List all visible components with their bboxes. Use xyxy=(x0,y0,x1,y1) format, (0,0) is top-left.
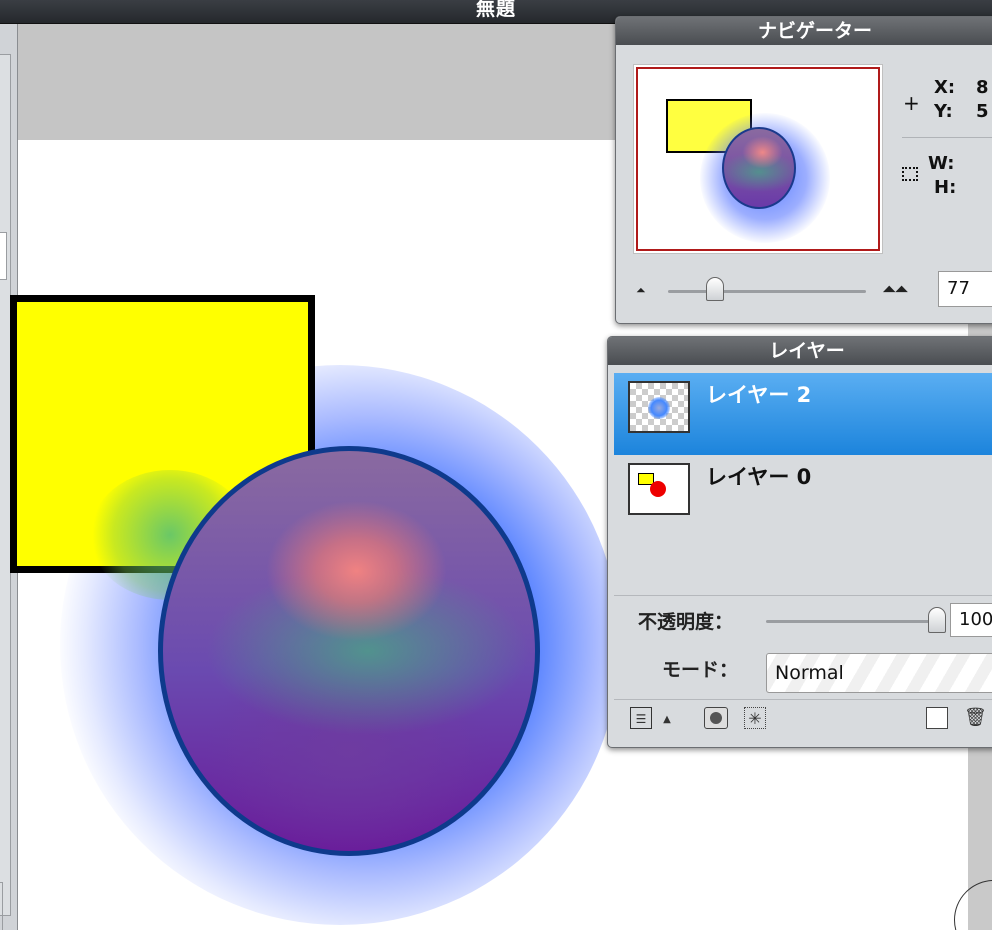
navigator-preview[interactable] xyxy=(636,67,880,251)
navigator-divider xyxy=(902,137,992,138)
new-layer-icon[interactable] xyxy=(926,707,948,729)
opacity-label: 不透明度： xyxy=(638,611,734,633)
y-label: Y: xyxy=(934,101,953,122)
layer-thumbnail xyxy=(628,381,690,433)
layer-row-0[interactable]: レイヤー 0 xyxy=(614,455,992,537)
opacity-slider-track[interactable] xyxy=(766,620,940,623)
new-effect-icon[interactable]: ✳ xyxy=(744,707,766,729)
sphere-shape[interactable] xyxy=(158,446,540,856)
preview-sphere xyxy=(722,127,796,209)
blend-mode-label: モード： xyxy=(662,659,739,681)
h-label: H: xyxy=(934,177,957,198)
selection-size-icon xyxy=(902,167,918,181)
layers-divider xyxy=(614,595,992,596)
opacity-input[interactable]: 100 xyxy=(950,603,992,637)
navigator-panel: ナビゲーター + X: 8 Y: 5 W: H: ⏶ ⏶⏶ 77 xyxy=(615,16,992,324)
layer-name: レイヤー 0 xyxy=(706,465,812,489)
zoom-slider-track[interactable] xyxy=(668,290,866,293)
y-value: 5 xyxy=(976,101,989,122)
options-menu-arrow-icon[interactable]: ▲ xyxy=(656,709,678,731)
zoom-in-icon[interactable]: ⏶⏶ xyxy=(882,279,909,300)
layer-name: レイヤー 2 xyxy=(706,383,812,407)
blend-mode-select[interactable]: Normal xyxy=(766,653,992,693)
layers-title[interactable]: レイヤー xyxy=(608,337,992,365)
x-value: 8 xyxy=(976,77,989,98)
opacity-slider-thumb[interactable] xyxy=(928,607,946,633)
trash-icon[interactable]: 🗑 xyxy=(964,707,987,729)
zoom-slider-thumb[interactable] xyxy=(706,277,724,301)
navigator-title[interactable]: ナビゲーター xyxy=(616,17,992,45)
left-panel-button[interactable] xyxy=(0,882,3,930)
thumb-circle xyxy=(650,481,666,497)
layer-row-2[interactable]: レイヤー 2 xyxy=(614,373,992,455)
layer-options-icon[interactable]: ☰ xyxy=(630,707,652,729)
x-label: X: xyxy=(934,77,956,98)
zoom-input[interactable]: 77 xyxy=(938,271,992,307)
thumb-sphere xyxy=(648,397,670,419)
crosshair-icon: + xyxy=(903,91,920,115)
left-panel-field[interactable] xyxy=(0,232,7,280)
w-label: W: xyxy=(928,153,955,174)
layer-thumbnail xyxy=(628,463,690,515)
layers-footer-divider xyxy=(614,699,992,700)
add-mask-icon[interactable] xyxy=(704,707,728,729)
layers-panel: レイヤー レイヤー 2 レイヤー 0 不透明度： 100 モード： Normal… xyxy=(607,336,992,748)
zoom-out-icon[interactable]: ⏶ xyxy=(636,283,646,298)
